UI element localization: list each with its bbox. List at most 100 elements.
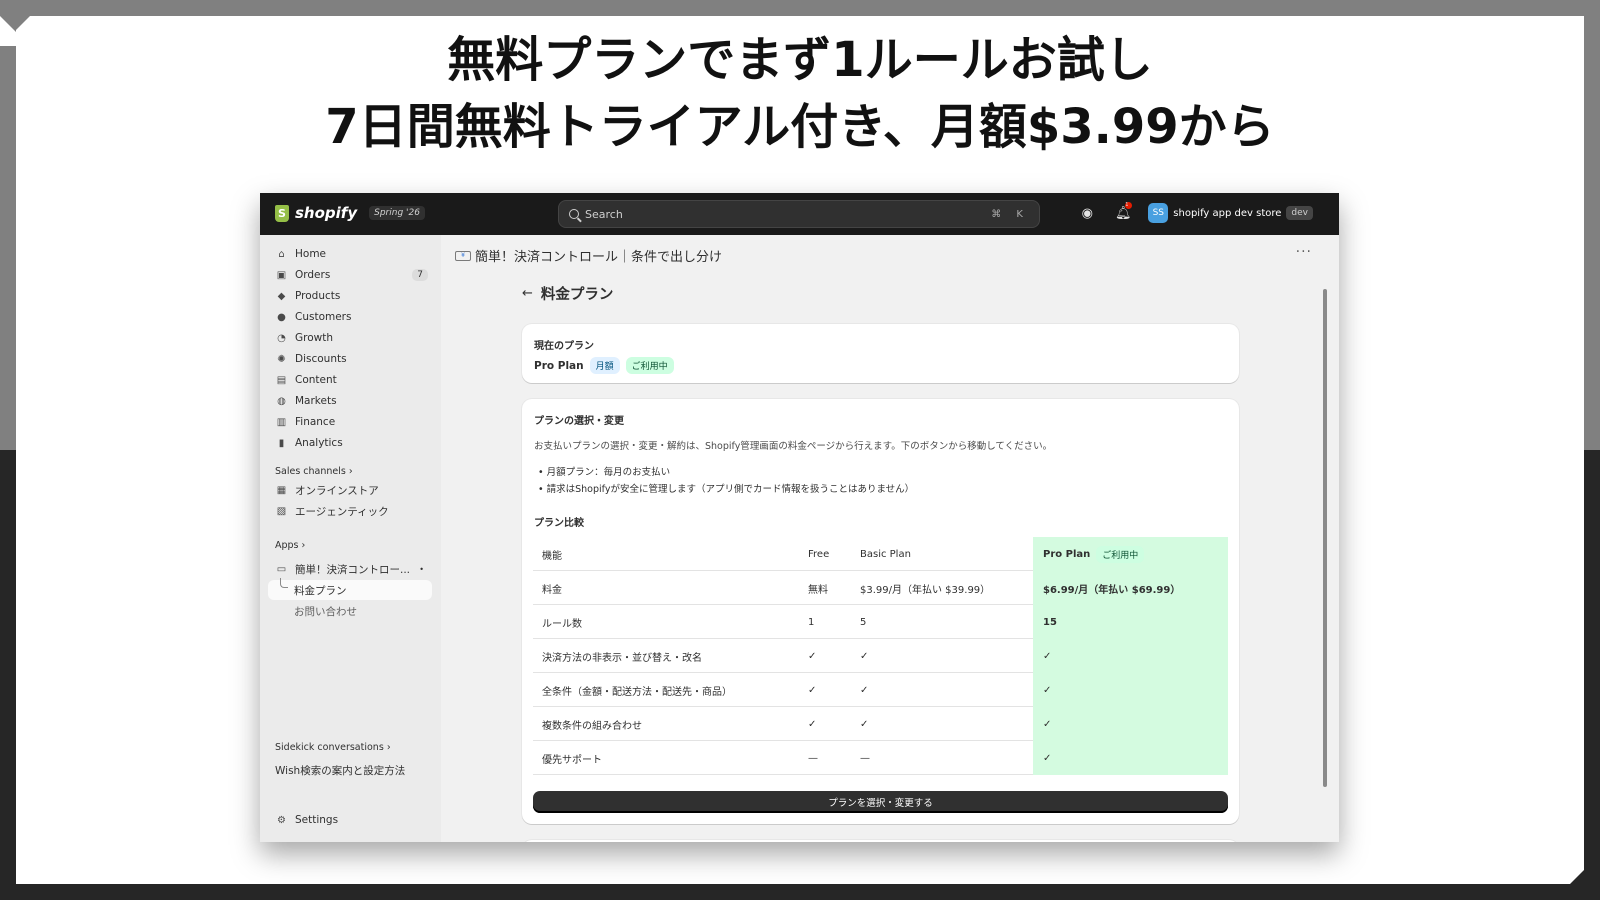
shopify-bag-icon [275, 204, 289, 222]
sidebar-subitem-contact[interactable]: お問い合わせ [268, 601, 432, 621]
status-badge: ご利用中 [625, 357, 674, 374]
sidebar: ⌂ Home ▣ Orders 7 ◆ Products ● Customers ◔ Gro… [260, 235, 441, 842]
section-label: Sidekick conversations [275, 742, 384, 753]
current-plan-card: 現在のプラン Pro Plan 月額 ご利用中 [522, 324, 1239, 383]
headline-line-1: 無料プランでまず1ルールお試し [447, 32, 1153, 88]
cell-pro: ✓ [1033, 741, 1228, 775]
next-card [522, 840, 1239, 842]
back-arrow-icon[interactable]: ← [522, 286, 533, 301]
sidebar-item-label: Home [295, 248, 327, 260]
search-shortcut: ⌘ K [991, 208, 1029, 220]
bell-icon[interactable]: 🔔︎ 1 [1112, 202, 1134, 224]
app-title: ¥ 簡単！決済コントロール｜条件で出し分け [455, 246, 722, 265]
sidebar-item-label: Finance [295, 416, 336, 428]
sidebar-item-settings[interactable]: ⚙ Settings [268, 810, 432, 830]
headline: 無料プランでまず1ルールお試し 7日間無料トライアル付き、月額$3.99から [0, 28, 1600, 162]
cell-basic: 5 [860, 616, 867, 628]
sidebar-item-label: Products [295, 290, 341, 302]
sidebar-item-label: Customers [295, 311, 352, 323]
logo-text: shopify [295, 204, 358, 222]
cell-basic: ✓ [860, 718, 869, 730]
sales-channels-heading[interactable]: Sales channels › [275, 466, 353, 477]
notification-count: 1 [1125, 202, 1133, 209]
compare-title: プラン比較 [534, 518, 584, 529]
plan-comparison-table: 機能 Free Basic Plan Pro Plan ご利用中 料金 無料 $3… [533, 537, 1228, 775]
current-plan-name: Pro Plan [534, 359, 584, 372]
search-input[interactable]: Search ⌘ K [558, 200, 1040, 228]
bank-icon: ▥ [276, 416, 287, 428]
table-row: 複数条件の組み合わせ ✓ ✓ ✓ [533, 707, 1228, 741]
sidebar-item-label: Markets [295, 395, 337, 407]
cell-basic: ✓ [860, 650, 869, 662]
sidebar-item-discounts[interactable]: ✺ Discounts [268, 349, 432, 369]
growth-icon: ◔ [277, 332, 286, 344]
cell-pro: ✓ [1033, 707, 1228, 741]
table-row: 優先サポート — — ✓ [533, 741, 1228, 775]
sidekick-heading[interactable]: Sidekick conversations › [275, 742, 391, 753]
cell-free: ✓ [808, 718, 817, 730]
cell-basic: — [860, 752, 870, 764]
sidekick-icon[interactable]: ◉ [1076, 202, 1098, 224]
more-actions-button[interactable]: ··· [1296, 244, 1312, 260]
sidebar-item-finance[interactable]: ▥ Finance [268, 412, 432, 432]
store-menu[interactable]: SS shopify app dev store dev [1148, 203, 1313, 223]
search-placeholder: Search [585, 207, 623, 221]
table-row: 全条件（金額・配送方法・配送先・商品） ✓ ✓ ✓ [533, 673, 1228, 707]
current-plan-label: 現在のプラン [534, 341, 594, 352]
select-plan-button[interactable]: プランを選択・変更する [533, 791, 1228, 813]
top-actions: ◉ 🔔︎ 1 SS shopify app dev store dev [1076, 202, 1313, 224]
admin-screenshot: shopify Spring '26 Search ⌘ K ◉ 🔔︎1 SS s… [260, 193, 1339, 842]
tree-hook-icon [280, 578, 288, 588]
header-basic: Basic Plan [860, 548, 911, 560]
pin-dot-icon: • [419, 564, 424, 574]
sidebar-item-online-store[interactable]: ▦ オンラインストア [268, 480, 432, 500]
sidebar-item-markets[interactable]: ◍ Markets [268, 391, 432, 411]
cell-feature: 料金 [542, 584, 562, 596]
cell-free: ✓ [808, 684, 817, 696]
sidebar-item-agentic[interactable]: ▧ エージェンティック [268, 501, 432, 521]
header-free: Free [808, 548, 830, 560]
cell-basic: ✓ [860, 684, 869, 696]
scrollbar[interactable] [1323, 289, 1327, 787]
sidebar-item-customers[interactable]: ● Customers [268, 307, 432, 327]
dev-badge: dev [1286, 206, 1313, 220]
cell-feature: 決済方法の非表示・並び替え・改名 [542, 652, 702, 664]
page-title-text: 料金プラン [540, 287, 614, 303]
sidebar-item-products[interactable]: ◆ Products [268, 286, 432, 306]
sidebar-subitem-pricing[interactable]: 料金プラン [268, 578, 432, 600]
change-plan-title: プランの選択・変更 [534, 416, 624, 427]
sidebar-item-orders[interactable]: ▣ Orders 7 [268, 265, 432, 285]
bullet-item: 月額プラン：毎月のお支払い [538, 464, 914, 481]
sidebar-item-label: Content [295, 374, 337, 386]
headline-line-2: 7日間無料トライアル付き、月額$3.99から [325, 99, 1275, 155]
tag-icon: ◆ [277, 290, 286, 302]
sidebar-item-home[interactable]: ⌂ Home [268, 244, 432, 264]
sidebar-item-content[interactable]: ▤ Content [268, 370, 432, 390]
top-bar: shopify Spring '26 Search ⌘ K ◉ 🔔︎1 SS s… [260, 193, 1339, 235]
cell-free: 無料 [808, 584, 828, 596]
cell-pro: $6.99/月（年払い $69.99） [1033, 571, 1228, 605]
sidebar-item-label: オンラインストア [295, 484, 379, 497]
avatar: SS [1148, 203, 1169, 223]
store-name: shopify app dev store [1173, 207, 1282, 219]
globe-icon: ◍ [277, 395, 286, 407]
sidebar-item-app[interactable]: ▭ 簡単！決済コントロー... • [268, 559, 432, 579]
bar-chart-icon: ▮ [278, 437, 285, 449]
current-plan-row: Pro Plan 月額 ご利用中 [534, 357, 674, 374]
table-row: 決済方法の非表示・並び替え・改名 ✓ ✓ ✓ [533, 639, 1228, 673]
sidebar-item-growth[interactable]: ◔ Growth [268, 328, 432, 348]
pro-current-badge: ご利用中 [1096, 545, 1145, 563]
sidekick-conversation[interactable]: Wish検索の案内と設定方法 [275, 763, 405, 778]
apps-heading[interactable]: Apps › [275, 540, 305, 551]
shopify-logo[interactable]: shopify Spring '26 [275, 204, 425, 222]
sidebar-item-label: Discounts [295, 353, 347, 365]
orders-count-badge: 7 [412, 269, 428, 281]
sidebar-item-analytics[interactable]: ▮ Analytics [268, 433, 432, 453]
cell-pro: ✓ [1033, 673, 1228, 707]
page-title: ← 料金プラン [522, 283, 613, 304]
sidebar-item-label: お問い合わせ [294, 605, 357, 618]
app-icon: ¥ [455, 250, 471, 261]
app-icon: ▭ [276, 563, 287, 575]
table-row: 料金 無料 $3.99/月（年払い $39.99） $6.99/月（年払い $6… [533, 571, 1228, 605]
cell-feature: ルール数 [542, 618, 582, 630]
